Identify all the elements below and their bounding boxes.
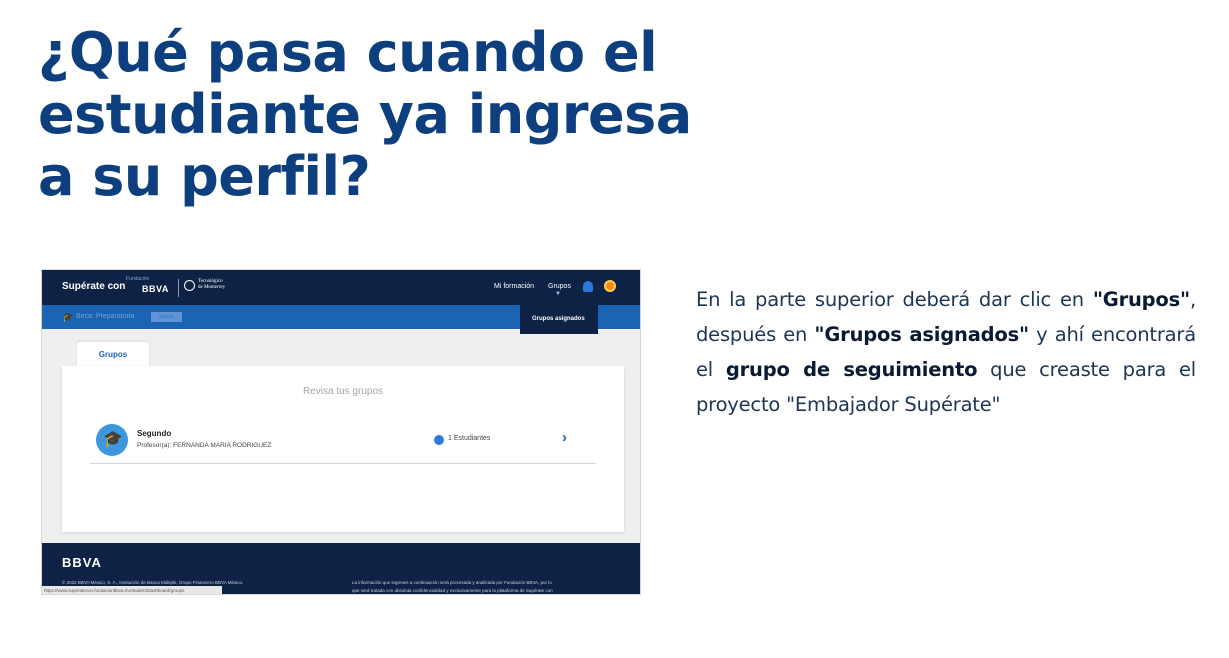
embedded-screenshot: Supérate con Fundación BBVA Tecnológico … <box>41 269 641 595</box>
nav-grupos[interactable]: Grupos <box>548 283 571 290</box>
menu-item-grupos-asignados[interactable]: Grupos asignados <box>532 316 585 322</box>
graduation-cap-icon: 🎓 <box>103 431 123 448</box>
top-navbar: Supérate con Fundación BBVA Tecnológico … <box>42 270 640 305</box>
status-url: https://www.superatecon.fundacionbbva.mx… <box>42 586 222 594</box>
tec-logo-text: Tecnológico de Monterrey <box>198 279 225 291</box>
nav-mi-formacion[interactable]: Mi formación <box>494 283 534 290</box>
status-badge: ACTIVO <box>151 312 182 322</box>
graduation-cap-icon: 🎓 <box>62 312 74 322</box>
brand-label: Supérate con <box>62 281 126 292</box>
footer-bbva-logo: BBVA <box>62 555 102 570</box>
tec-line-2: de Monterrey <box>198 285 226 290</box>
title-line-1: ¿Qué pasa cuando el <box>38 21 658 84</box>
tab-label: Grupos <box>98 350 128 359</box>
students-count: 1 Estudiantes <box>448 435 491 442</box>
title-line-3: a su perfil? <box>38 145 371 208</box>
row-divider <box>90 463 596 464</box>
instruction-bold-grupos-asignados: "Grupos asignados" <box>814 323 1029 346</box>
groups-card: Revisa tus grupos 🎓 Segundo Profesor(a):… <box>62 366 624 532</box>
instruction-bold-grupo-seguimiento: grupo de seguimiento <box>725 358 978 381</box>
fundacion-label: Fundación <box>126 276 150 282</box>
students-icon <box>434 435 444 445</box>
tec-line-1: Tecnológico <box>198 279 223 284</box>
chevron-down-icon: ▼ <box>555 291 561 297</box>
tec-logo-icon <box>184 280 195 291</box>
group-professor: Profesor(a): FERNANDA MARIA RODRIGUEZ <box>137 442 272 449</box>
footer-left-line-1: © 2022 BBVA México, S. A., Institución d… <box>62 580 244 585</box>
footer-right-line-1: La información que ingreses a continuaci… <box>352 580 552 585</box>
instruction-part-1: En la parte superior deberá dar clic en <box>696 288 1093 311</box>
footer-right-line-2: que será tratada con absoluta confidenci… <box>352 588 553 593</box>
grupos-dropdown: Grupos asignados <box>520 305 598 334</box>
bell-icon[interactable] <box>583 281 593 292</box>
footer-legal-right: La información que ingreses a continuaci… <box>352 579 632 594</box>
slide-title: ¿Qué pasa cuando el estudiante ya ingres… <box>38 21 692 208</box>
title-line-2: estudiante ya ingresa <box>38 83 692 146</box>
bbva-logo: BBVA <box>142 284 169 294</box>
scholarship-label: Beca: Preparatoria <box>76 313 135 320</box>
instruction-bold-grupos: "Grupos" <box>1092 288 1190 311</box>
logo-divider <box>178 279 179 297</box>
avatar[interactable] <box>604 280 616 292</box>
chevron-right-icon[interactable]: › <box>562 429 567 446</box>
tab-grupos[interactable]: Grupos <box>77 342 149 367</box>
card-heading: Revisa tus grupos <box>302 386 384 397</box>
group-name[interactable]: Segundo <box>137 429 171 438</box>
instruction-text: En la parte superior deberá dar clic en … <box>696 282 1196 422</box>
